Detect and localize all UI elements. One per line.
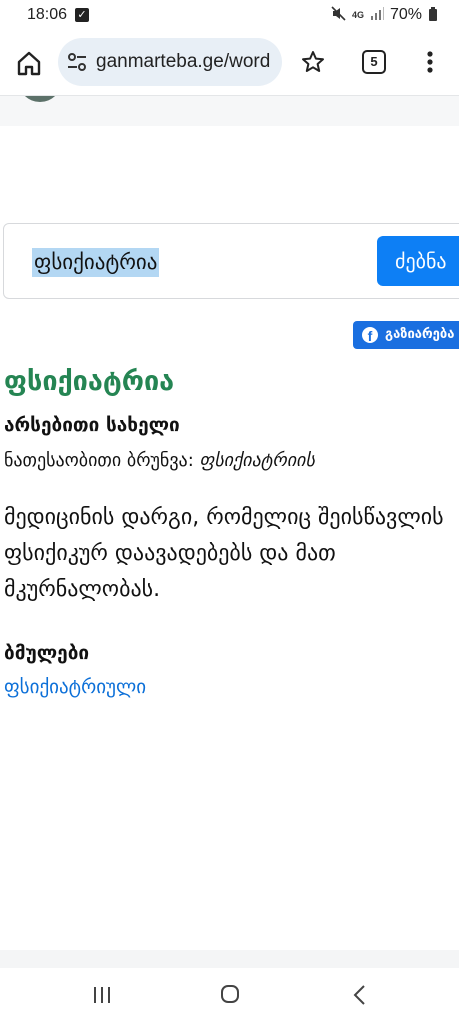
battery-percent: 70% <box>389 6 422 23</box>
home-button[interactable] <box>14 48 44 78</box>
definition-text: მედიცინის დარგი, რომელიც შეისწავლის ფსიქ… <box>4 505 444 602</box>
page-footer <box>0 950 459 968</box>
site-logo[interactable] <box>18 96 62 102</box>
recents-icon[interactable] <box>92 985 112 1005</box>
nav-home-icon[interactable] <box>220 984 240 1004</box>
bookmark-button[interactable] <box>298 47 328 77</box>
search-form: ფსიქიატრია ძებნა <box>3 223 459 299</box>
part-of-speech: არსებითი სახელი <box>4 414 180 436</box>
search-input[interactable]: ფსიქიატრია <box>32 248 160 277</box>
more-icon[interactable] <box>420 48 440 78</box>
share-label: გაზიარება <box>385 327 455 342</box>
status-time: 18:06 <box>27 6 68 23</box>
notification-check-icon: ✓ <box>75 8 89 22</box>
system-nav-bar <box>0 968 459 1024</box>
battery-icon <box>429 7 437 21</box>
facebook-icon: f <box>362 327 378 344</box>
search-button[interactable]: ძებნა <box>377 236 459 286</box>
status-icons: 4G 70% <box>331 6 437 24</box>
site-settings-icon[interactable] <box>66 52 88 72</box>
genitive-label: ნათესაობითი ბრუნვა: <box>4 450 194 471</box>
back-icon[interactable] <box>350 984 370 1006</box>
related-heading: ბმულები <box>4 642 90 664</box>
mute-icon <box>331 6 346 24</box>
home-icon <box>17 51 41 76</box>
entry-headword: ფსიქიატრია <box>4 366 175 397</box>
browser-toolbar: ganmarteba.ge/word 5 <box>0 32 459 94</box>
genitive-line: ნათესაობითი ბრუნვა: ფსიქიატრიის <box>4 450 315 471</box>
address-bar[interactable]: ganmarteba.ge/word <box>58 38 282 86</box>
url-text: ganmarteba.ge/word <box>96 51 271 72</box>
page: 18:06 ✓ 4G 70% ganmarteba.ge/word 5 ფსიქ… <box>0 0 459 1024</box>
site-header <box>0 95 459 126</box>
status-bar: 18:06 ✓ 4G 70% <box>0 0 459 32</box>
signal-icon <box>370 7 384 23</box>
tabs-icon[interactable]: 5 <box>362 50 386 74</box>
network-type: 4G <box>351 10 364 20</box>
star-icon <box>302 51 324 72</box>
facebook-share-button[interactable]: f გაზიარება <box>353 321 459 349</box>
related-link[interactable]: ფსიქიატრიული <box>4 676 146 698</box>
genitive-value: ფსიქიატრიის <box>199 450 315 471</box>
